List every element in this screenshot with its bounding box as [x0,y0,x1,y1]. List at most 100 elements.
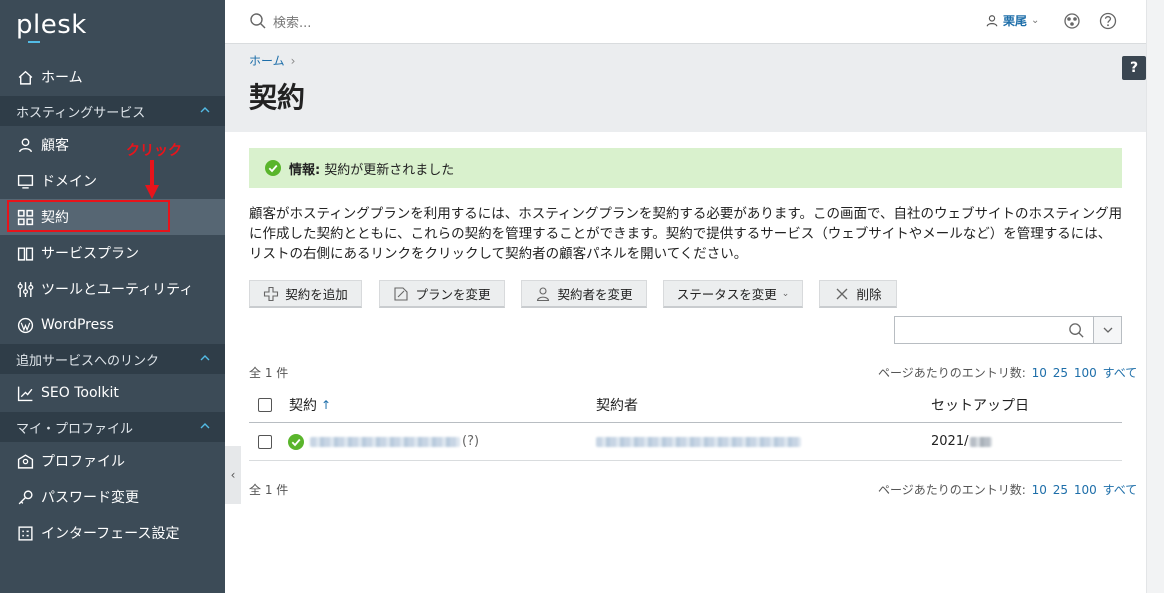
column-header-owner[interactable]: 契約者 [596,388,638,422]
sidebar-item-label: サービスプラン [41,246,139,262]
help-circle-icon[interactable] [1098,11,1118,31]
alert-label: 情報: [289,162,321,178]
per-page-selector-bottom: ページあたりのエントリ数: 10 25 100 すべて [878,481,1137,498]
sort-ascending-icon: ↑ [321,398,332,412]
plesk-logo[interactable]: plesk [16,10,87,40]
subscription-link-redacted[interactable] [310,436,460,447]
select-all-checkbox[interactable] [258,398,272,412]
plus-icon [264,286,279,301]
search-options-toggle[interactable] [1094,316,1122,344]
total-count-bottom: 全 1 件 [249,483,289,497]
button-label: 契約を追加 [285,287,348,302]
extensions-icon[interactable] [1062,11,1082,31]
button-label: ステータスを変更 [676,287,777,302]
per-page-25[interactable]: 25 [1053,366,1068,380]
search-icon[interactable] [1068,322,1085,339]
per-page-label: ページあたりのエントリ数: [878,366,1026,380]
sidebar-item-label: WordPress [41,317,114,333]
per-page-all[interactable]: すべて [1103,366,1138,380]
sidebar-item-label: パスワード変更 [41,490,139,506]
per-page-selector-top: ページあたりのエントリ数: 10 25 100 すべて [878,364,1137,381]
global-search-input[interactable]: 検索... [273,12,311,31]
book-icon [16,244,34,262]
per-page-10[interactable]: 10 [1032,483,1047,497]
alert-message: 契約が更新されました [324,162,455,178]
delete-button[interactable]: 削除 [819,280,897,308]
click-annotation-label: クリック [126,143,182,159]
home-icon [16,68,34,86]
owner-cell [596,423,801,460]
sidebar-item-customers[interactable]: 顧客 [0,127,225,163]
sidebar-item-seo-toolkit[interactable]: SEO Toolkit [0,375,225,411]
page-title: 契約 [249,81,306,114]
breadcrumb-home-link[interactable]: ホーム [249,54,285,68]
context-help-button[interactable]: ? [1122,56,1146,80]
sidebar-item-label: ツールとユーティリティ [41,282,194,298]
per-page-10[interactable]: 10 [1032,366,1047,380]
info-alert: 情報: 契約が更新されました [249,148,1122,188]
setup-date-cell: 2021/ [931,423,993,460]
user-menu[interactable]: 栗尾 ⌄ [985,12,1039,29]
breadcrumb: ホーム › [249,52,295,69]
user-icon [16,136,34,154]
sidebar-item-wordpress[interactable]: WordPress [0,307,225,343]
setup-date-value: 2021/ [931,434,969,449]
sidebar-item-label: インターフェース設定 [41,526,180,542]
chevron-down-icon [1103,327,1112,333]
document-edit-icon [394,286,409,301]
sidebar-item-tools[interactable]: ツールとユーティリティ [0,271,225,307]
right-scroll-strip [1146,0,1164,593]
list-search-input[interactable] [894,316,1094,344]
sidebar-item-label: ホーム [41,70,83,86]
subscription-suffix: (?) [462,434,480,449]
chevron-up-icon [200,107,210,113]
search-icon [250,13,266,29]
section-title: ホスティングサービス [16,105,146,121]
section-my-profile[interactable]: マイ・プロファイル [0,412,225,442]
row-checkbox[interactable] [258,435,272,449]
per-page-label: ページあたりのエントリ数: [878,483,1026,497]
per-page-100[interactable]: 100 [1074,366,1097,380]
column-label: 契約 [289,398,317,414]
chevron-down-icon: ⌄ [781,288,790,299]
section-additional-links[interactable]: 追加サービスへのリンク [0,344,225,374]
change-plan-button[interactable]: プランを変更 [379,280,505,308]
change-status-button[interactable]: ステータスを変更 ⌄ [663,280,803,308]
user-icon [537,286,550,301]
sidebar-item-label: SEO Toolkit [41,385,119,401]
profile-icon [16,452,34,470]
column-header-subscription[interactable]: 契約 ↑ [289,388,331,422]
column-header-setup-date[interactable]: セットアップ日 [931,388,1029,422]
section-hosting[interactable]: ホスティングサービス [0,96,225,126]
section-title: マイ・プロファイル [16,421,134,437]
sidebar: plesk ホーム ホスティングサービス 顧客 ドメイン 契約 サービスプラン … [0,0,225,593]
button-label: 契約者を変更 [557,287,633,302]
top-bar: 検索... 栗尾 ⌄ [225,0,1146,44]
per-page-all[interactable]: すべて [1103,483,1138,497]
page-header: ホーム › 契約 [225,44,1146,132]
sidebar-item-service-plans[interactable]: サービスプラン [0,235,225,271]
settings-panel-icon [16,524,34,542]
page-description: 顧客がホスティングプランを利用するには、ホスティングプランを契約する必要がありま… [249,206,1123,262]
sidebar-item-interface-settings[interactable]: インターフェース設定 [0,515,225,551]
change-owner-button[interactable]: 契約者を変更 [521,280,647,308]
monitor-icon [16,172,34,190]
sidebar-collapse-button[interactable]: ‹ [225,446,241,504]
owner-link-redacted[interactable] [596,436,801,447]
sidebar-item-domains[interactable]: ドメイン [0,163,225,199]
logo-accent [28,41,40,43]
sidebar-item-home[interactable]: ホーム [0,59,225,95]
add-subscription-button[interactable]: 契約を追加 [249,280,362,308]
table-row: (?) 2021/ [249,423,1122,461]
sidebar-item-label: ドメイン [41,174,97,190]
sidebar-item-profile[interactable]: プロファイル [0,443,225,479]
chart-icon [16,384,34,402]
sidebar-item-change-password[interactable]: パスワード変更 [0,479,225,515]
chevron-up-icon [200,423,210,429]
chevron-left-icon: ‹ [230,468,236,482]
per-page-25[interactable]: 25 [1053,483,1068,497]
per-page-100[interactable]: 100 [1074,483,1097,497]
subscription-cell: (?) [288,423,479,460]
button-label: プランを変更 [415,287,491,302]
breadcrumb-separator-icon: › [290,54,296,68]
